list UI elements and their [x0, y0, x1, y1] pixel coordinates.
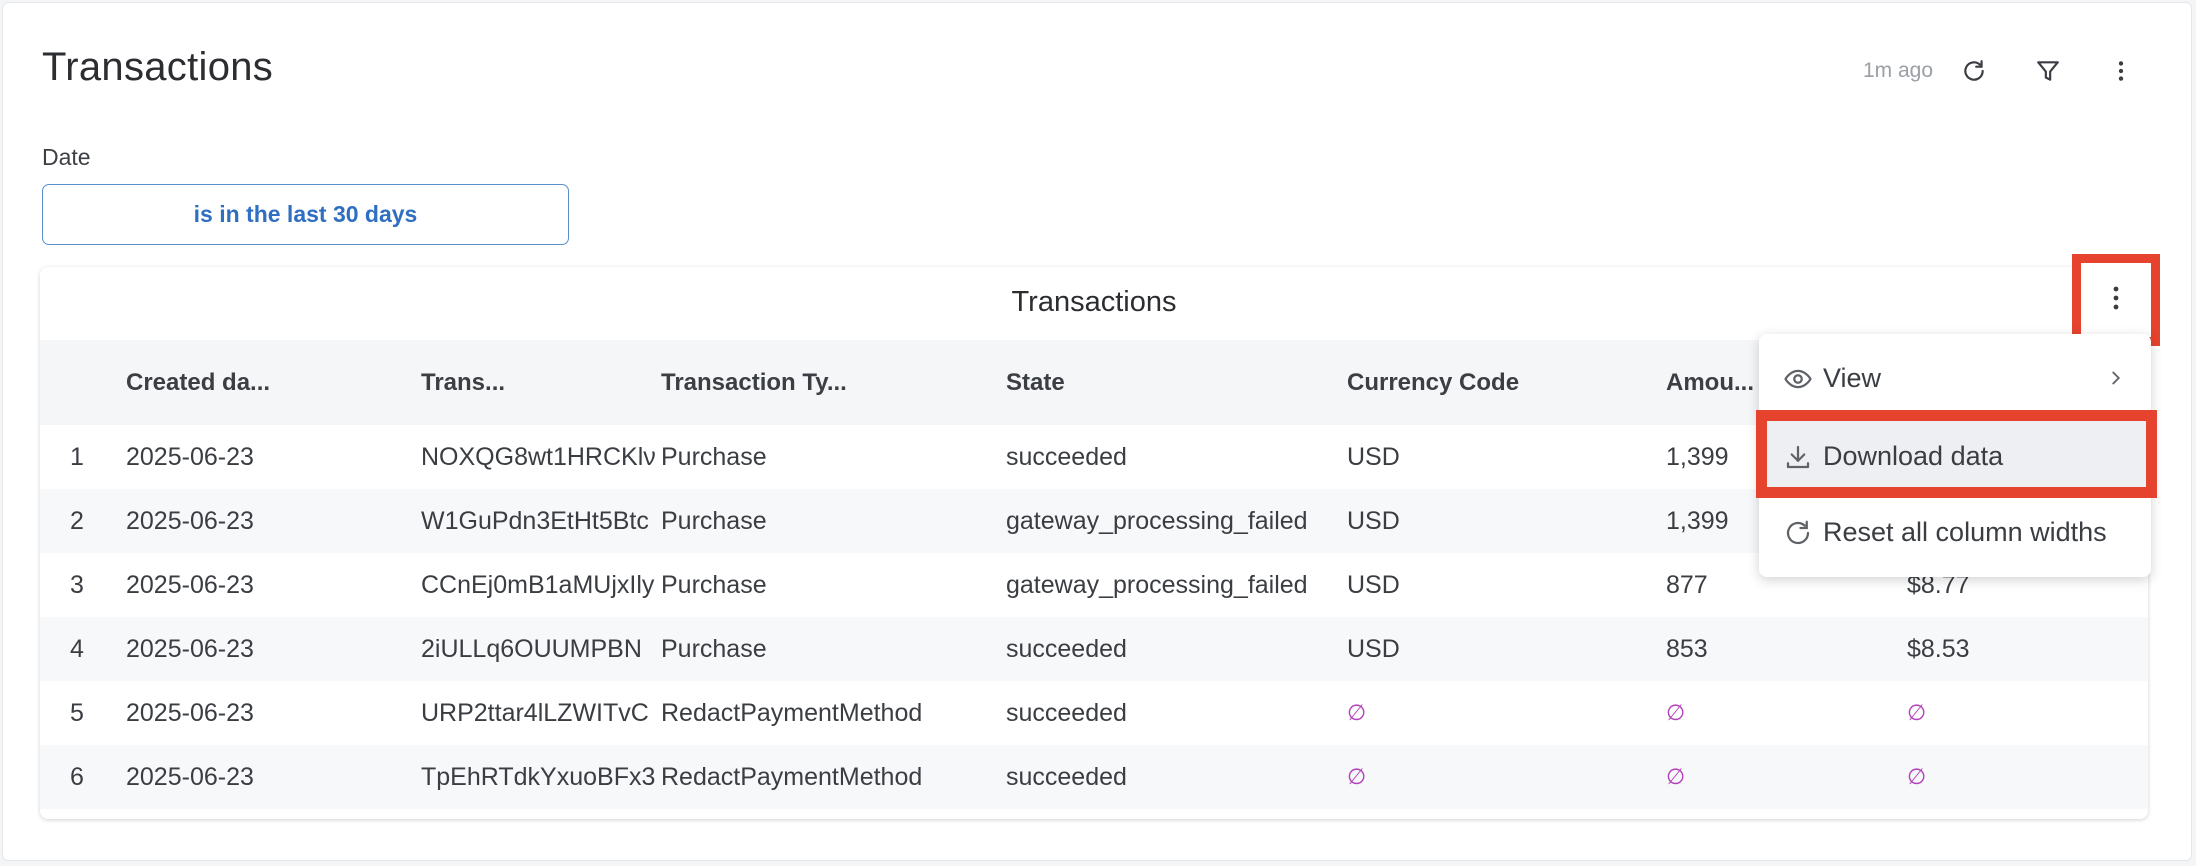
menu-item-reset-label: Reset all column widths — [1823, 516, 2107, 547]
chevron-right-icon — [2105, 364, 2127, 399]
column-header-currency[interactable]: Currency Code — [1347, 340, 1519, 425]
column-header-transaction[interactable]: Trans... — [421, 340, 505, 425]
created-cell: 2025-06-23 — [126, 507, 254, 535]
table-more-options-button[interactable] — [2072, 254, 2160, 346]
page-title: Transactions — [42, 45, 274, 89]
type-cell: Purchase — [661, 443, 767, 471]
column-header-state[interactable]: State — [1006, 340, 1065, 425]
menu-item-view-label: View — [1823, 362, 1882, 393]
menu-item-view[interactable]: View — [1759, 342, 2151, 414]
type-cell: Purchase — [661, 635, 767, 663]
transaction-id-cell: TpEhRTdkYxuoBFx3 — [421, 763, 655, 791]
row-number: 5 — [70, 699, 84, 727]
column-header-created[interactable]: Created da... — [126, 340, 270, 425]
formatted-amount-null-cell: ∅ — [1907, 700, 1927, 725]
transaction-id-cell: CCnEj0mB1aMUjxIly — [421, 571, 655, 599]
formatted-amount-cell: $8.53 — [1907, 635, 1970, 663]
date-filter-label: Date — [42, 144, 91, 170]
download-highlight-box — [1756, 410, 2157, 498]
type-cell: RedactPaymentMethod — [661, 763, 923, 791]
formatted-amount-null-cell: ∅ — [1907, 764, 1927, 789]
last-updated-text: 1m ago — [1863, 59, 1934, 82]
created-cell: 2025-06-23 — [126, 443, 254, 471]
amount-cell: 1,399 — [1666, 507, 1729, 535]
currency-null-cell: ∅ — [1347, 764, 1367, 789]
table-row[interactable]: 6 2025-06-23 TpEhRTdkYxuoBFx3 RedactPaym… — [40, 745, 2148, 809]
state-cell: succeeded — [1006, 443, 1127, 471]
menu-item-reset-column-widths[interactable]: Reset all column widths — [1759, 496, 2151, 568]
currency-cell: USD — [1347, 635, 1400, 663]
currency-cell: USD — [1347, 443, 1400, 471]
created-cell: 2025-06-23 — [126, 571, 254, 599]
table-row[interactable]: 4 2025-06-23 2iULLq6OUUMPBN Purchase suc… — [40, 617, 2148, 681]
transaction-id-cell: NOXQG8wt1HRCKlν — [421, 443, 655, 471]
table-title: Transactions — [1011, 286, 1177, 318]
row-number: 3 — [70, 571, 84, 599]
created-cell: 2025-06-23 — [126, 635, 254, 663]
column-header-amount[interactable]: Amou... — [1666, 340, 1754, 425]
type-cell: Purchase — [661, 507, 767, 535]
row-number: 6 — [70, 763, 84, 791]
row-number: 2 — [70, 507, 84, 535]
amount-null-cell: ∅ — [1666, 700, 1686, 725]
created-cell: 2025-06-23 — [126, 763, 254, 791]
state-cell: succeeded — [1006, 635, 1127, 663]
more-options-icon[interactable] — [2105, 55, 2137, 87]
filter-icon[interactable] — [2032, 55, 2064, 87]
transaction-id-cell: W1GuPdn3EtHt5Btc — [421, 507, 649, 535]
row-number: 4 — [70, 635, 84, 663]
amount-null-cell: ∅ — [1666, 764, 1686, 789]
state-cell: succeeded — [1006, 699, 1127, 727]
kebab-icon — [2104, 283, 2128, 318]
type-cell: RedactPaymentMethod — [661, 699, 923, 727]
amount-cell: 853 — [1666, 635, 1708, 663]
state-cell: gateway_processing_failed — [1006, 571, 1308, 599]
eye-icon — [1783, 364, 1813, 394]
transaction-id-cell: 2iULLq6OUUMPBN — [421, 635, 642, 663]
amount-cell: 877 — [1666, 571, 1708, 599]
row-number: 1 — [70, 443, 84, 471]
amount-cell: 1,399 — [1666, 443, 1729, 471]
table-row[interactable]: 5 2025-06-23 URP2ttar4lLZWITvC RedactPay… — [40, 681, 2148, 745]
currency-cell: USD — [1347, 507, 1400, 535]
state-cell: gateway_processing_failed — [1006, 507, 1308, 535]
column-header-transaction-type[interactable]: Transaction Ty... — [661, 340, 847, 425]
currency-null-cell: ∅ — [1347, 700, 1367, 725]
state-cell: succeeded — [1006, 763, 1127, 791]
transaction-id-cell: URP2ttar4lLZWITvC — [421, 699, 649, 727]
refresh-icon[interactable] — [1958, 55, 1990, 87]
type-cell: Purchase — [661, 571, 767, 599]
date-filter-button[interactable]: is in the last 30 days — [42, 184, 569, 245]
currency-cell: USD — [1347, 571, 1400, 599]
created-cell: 2025-06-23 — [126, 699, 254, 727]
reset-icon — [1783, 518, 1813, 548]
